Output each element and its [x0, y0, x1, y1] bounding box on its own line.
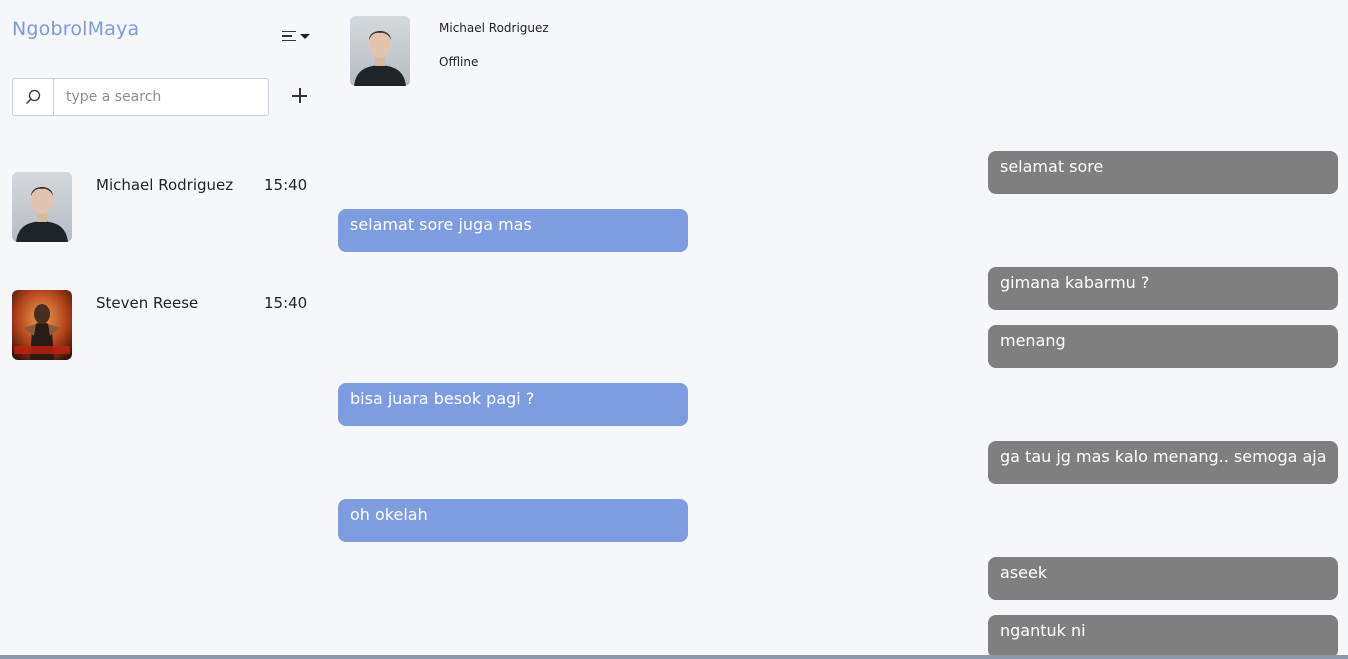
taskbar-strip [0, 655, 1348, 659]
contact-item-steven-reese[interactable]: Steven Reese 15:40 [0, 290, 318, 362]
app-title: NgobrolMaya [12, 18, 140, 40]
message-bubble-incoming: selamat sore juga mas [338, 209, 688, 252]
contact-time: 15:40 [264, 294, 308, 312]
plus-icon[interactable] [290, 86, 310, 106]
contact-name: Michael Rodriguez [96, 176, 234, 194]
contact-time: 15:40 [264, 176, 308, 194]
avatar [12, 290, 72, 360]
message-bubble-outgoing: ngantuk ni [988, 615, 1338, 658]
menu-dropdown-button[interactable] [282, 26, 316, 46]
message-bubble-incoming: oh okelah [338, 499, 688, 542]
contact-item-michael-rodriguez[interactable]: Michael Rodriguez 15:40 [0, 172, 318, 244]
chat-header-name: Michael Rodriguez [439, 21, 549, 35]
chat-header-avatar [350, 16, 410, 86]
chat-app: NgobrolMaya type a search Michael Rodrig… [0, 0, 1348, 659]
caret-down-icon [300, 33, 310, 39]
chat-header-status: Offline [439, 55, 479, 69]
message-bubble-outgoing: aseek [988, 557, 1338, 600]
message-bubble-incoming: bisa juara besok pagi ? [338, 383, 688, 426]
search-input[interactable] [53, 78, 269, 116]
message-bubble-outgoing: ga tau jg mas kalo menang.. semoga aja [988, 441, 1338, 484]
search-icon [26, 89, 41, 104]
search-button[interactable] [12, 78, 53, 116]
menu-lines-icon [282, 30, 296, 42]
search-bar [12, 78, 269, 116]
message-bubble-outgoing: menang [988, 325, 1338, 368]
avatar [12, 172, 72, 242]
message-bubble-outgoing: gimana kabarmu ? [988, 267, 1338, 310]
message-bubble-outgoing: selamat sore [988, 151, 1338, 194]
contact-name: Steven Reese [96, 294, 199, 312]
